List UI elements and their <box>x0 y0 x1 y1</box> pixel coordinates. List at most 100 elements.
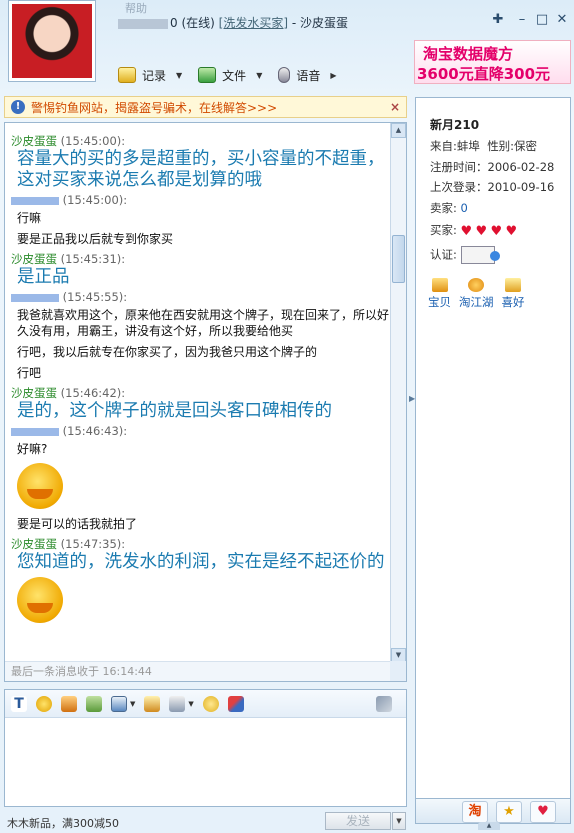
close-icon[interactable]: × <box>390 100 400 114</box>
star-tab-icon[interactable]: ★ <box>496 801 522 823</box>
image-icon[interactable] <box>144 695 161 712</box>
emoticon-icon[interactable] <box>36 695 52 712</box>
redacted-sender-name[interactable] <box>11 293 59 302</box>
sidebar-tabs: 淘 ★ ♥ <box>415 798 571 824</box>
buyer-gender: 性别:保密 <box>487 139 538 153</box>
taojianghu-link[interactable]: 淘江湖 <box>459 278 494 310</box>
record-icon <box>118 67 136 83</box>
buyer-location: 来自:蚌埠 <box>430 139 480 153</box>
message-input-area[interactable]: T ▼ ▼ <box>4 689 407 807</box>
security-warning-bar[interactable]: ! 警惕钓鱼网站，揭露盗号骗术，在线解答>>> × <box>4 96 407 118</box>
message-text: 是正品 <box>17 267 70 287</box>
message-header: (15:45:00): <box>11 193 391 207</box>
heart-icon: ♥ <box>475 223 488 239</box>
message-time: (15:45:00): <box>60 134 126 148</box>
favorites-link[interactable]: 喜好 <box>502 278 525 310</box>
taobao-tab-icon[interactable]: 淘 <box>462 801 488 823</box>
chat-history: 沙皮蛋蛋 (15:45:00): 容量大的买的多是超重的，买小容量的不超重，这对买… <box>4 122 407 682</box>
chevron-down-icon[interactable]: ▼ <box>256 71 262 80</box>
avatar-image <box>12 4 92 78</box>
chevron-down-icon[interactable]: ▼ <box>176 71 182 80</box>
message-text: 是的，这个牌子的就是回头客口碑相传的 <box>17 401 332 421</box>
minimize-button[interactable]: – <box>514 12 530 28</box>
clothing-tab-icon[interactable]: ♥ <box>530 801 556 823</box>
message-header: 沙皮蛋蛋 (15:47:35): <box>11 536 391 552</box>
scroll-thumb[interactable] <box>392 235 405 283</box>
paint-brush-icon[interactable] <box>227 695 244 712</box>
message-list: 沙皮蛋蛋 (15:45:00): 容量大的买的多是超重的，买小容量的不超重，这对买… <box>5 123 391 663</box>
message-header: 沙皮蛋蛋 (15:46:42): <box>11 385 391 401</box>
sender-name[interactable]: 沙皮蛋蛋 <box>11 537 57 551</box>
message-text: 行吧 <box>17 366 42 380</box>
quick-reply-icon[interactable] <box>169 695 186 712</box>
close-button[interactable]: ✕ <box>554 12 570 28</box>
shop-items-link[interactable]: 宝贝 <box>428 278 451 310</box>
gift-icon[interactable] <box>61 695 77 712</box>
expand-handle-icon[interactable]: ▲ <box>478 822 500 830</box>
group-link[interactable]: [洗发水买家] <box>219 16 288 30</box>
screen-share-icon[interactable] <box>86 695 102 712</box>
chat-scrollbar[interactable]: ▲ ▼ <box>390 123 406 663</box>
sender-name[interactable]: 沙皮蛋蛋 <box>11 386 57 400</box>
smiley-emoticon-icon <box>17 463 63 509</box>
record-button[interactable]: 记录 ▼ <box>118 67 182 84</box>
chevron-down-icon[interactable]: ▼ <box>188 700 193 708</box>
message-text: 要是可以的话我就拍了 <box>17 517 138 531</box>
certification-badge-icon[interactable] <box>460 246 500 264</box>
message-time: (15:45:00): <box>62 193 128 207</box>
screenshot-icon[interactable] <box>111 695 127 712</box>
message-time: (15:46:42): <box>60 386 126 400</box>
last-login-date: 2010-09-16 <box>487 180 555 194</box>
message-header: 沙皮蛋蛋 (15:45:00): <box>11 133 391 149</box>
message-text: 我爸就喜欢用这个，原来他在西安就用这个牌子，现在回来了，所以好久没有用，用霸王，… <box>17 308 390 338</box>
promo-text[interactable]: 木木新品，满300减50 <box>7 815 119 831</box>
input-toolbar: T ▼ ▼ <box>5 690 406 718</box>
favorites-icon <box>505 278 521 292</box>
message-time: (15:45:55): <box>62 290 128 304</box>
heart-icon: ♥ <box>505 223 518 239</box>
buyer-rating-hearts[interactable]: ♥ ♥ ♥ ♥ <box>461 224 521 238</box>
heart-icon: ♥ <box>490 223 503 239</box>
chevron-right-icon[interactable]: ▶ <box>330 71 336 80</box>
voice-button[interactable]: 语音 ▶ <box>278 67 337 84</box>
title-bar: 帮助 0 (在线) [洗发水买家] - 沙皮蛋蛋 ✚ – □ ✕ <box>0 0 574 82</box>
file-transfer-icon <box>198 67 217 83</box>
smiley-emoticon-icon <box>17 577 63 623</box>
warning-text[interactable]: 警惕钓鱼网站，揭露盗号骗术，在线解答>>> <box>31 99 277 116</box>
contact-avatar[interactable] <box>8 0 96 82</box>
window-title: 0 (在线) [洗发水买家] - 沙皮蛋蛋 <box>118 14 348 31</box>
redacted-sender-name[interactable] <box>11 427 59 436</box>
last-message-status: 最后一条消息收于 16:14:44 <box>5 661 391 681</box>
file-button[interactable]: 文件 ▼ <box>198 67 262 84</box>
settings-icon[interactable] <box>375 695 392 712</box>
message-text: 容量大的买的多是超重的，买小容量的不超重，这对买家来说怎么都是划算的哦 <box>17 149 385 190</box>
message-text: 行吧，我以后就专在你家买了，因为我爸只用这个牌子的 <box>17 345 318 359</box>
message-text: 要是正品我以后就专到你家买 <box>17 232 174 246</box>
shake-icon[interactable] <box>202 695 219 712</box>
buyer-profile-panel: 新月210 来自:蚌埠 性别:保密 注册时间：2006-02-28 上次登录：2… <box>415 97 571 820</box>
buyer-name: 新月210 <box>430 118 480 132</box>
message-text: 好嘛? <box>17 442 48 456</box>
send-options-chevron-icon[interactable]: ▼ <box>392 812 406 830</box>
message-text: 您知道的，洗发水的利润，实在是经不起还价的 <box>17 552 385 572</box>
shop-icon <box>431 278 448 292</box>
redacted-username <box>118 18 168 29</box>
message-header: (15:45:55): <box>11 290 391 304</box>
chevron-down-icon[interactable]: ▼ <box>130 700 135 708</box>
chat-toolbar: 记录 ▼ 文件 ▼ 语音 ▶ <box>118 64 353 86</box>
sender-name[interactable]: 沙皮蛋蛋 <box>11 134 57 148</box>
message-time: (15:45:31): <box>60 252 126 266</box>
send-button[interactable]: 发送 <box>325 812 391 830</box>
font-icon[interactable]: T <box>11 695 27 712</box>
contact-name: 沙皮蛋蛋 <box>300 16 349 30</box>
message-header: 沙皮蛋蛋 (15:45:31): <box>11 251 391 267</box>
ad-banner[interactable]: 淘宝数据魔方 3600元直降300元 <box>414 40 571 84</box>
redacted-sender-name[interactable] <box>11 196 59 205</box>
info-icon: ! <box>11 100 25 114</box>
register-date: 2006-02-28 <box>487 160 555 174</box>
message-text: 行嘛 <box>17 211 42 225</box>
scroll-up-button[interactable]: ▲ <box>391 123 406 138</box>
maximize-button[interactable]: □ <box>534 12 550 28</box>
sender-name[interactable]: 沙皮蛋蛋 <box>11 252 57 266</box>
pin-icon[interactable]: ✚ <box>490 12 506 28</box>
